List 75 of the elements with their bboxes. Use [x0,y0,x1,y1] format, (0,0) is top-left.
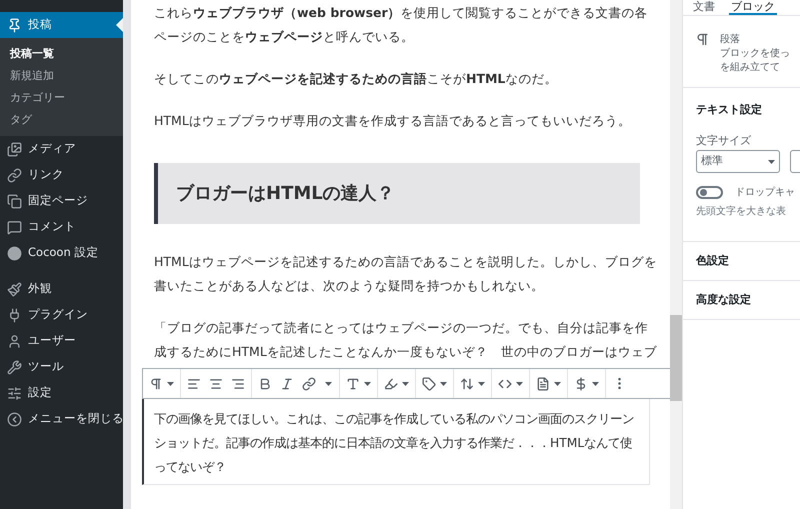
format-icon [302,376,316,390]
menu-item[interactable]: ツール [0,354,123,380]
tab[interactable]: 文書 [691,0,717,15]
format-icon [384,376,398,390]
caret-icon [554,382,561,386]
settings-panel[interactable]: 色設定 [683,242,800,281]
panel-title[interactable]: テキスト設定 [696,102,787,118]
menu-icon [7,168,22,182]
menu-icon [7,282,22,296]
font-size-select[interactable]: 標準 [696,150,780,173]
caret-icon [440,382,447,386]
menu-icon [7,334,22,348]
help-text: 先頭文字を大きな表 [696,205,787,219]
format-icon [460,376,474,390]
format-icon [346,376,360,390]
field-label: 文字サイズ [696,132,752,148]
menu-item[interactable]: メディア [0,136,123,162]
menu-icon [7,412,22,426]
caret-icon [167,382,174,386]
menu-item[interactable]: リンク [0,162,123,188]
settings-panel[interactable]: 高度な設定 [683,281,800,320]
menu-icon [7,194,22,208]
toggle-switch[interactable] [696,186,723,199]
paragraph: HTMLはウェブページを記述するための言語であることを説明した。しかし、ブログを書いたことがある人などは、次のような疑問を持つかもしれない。 [154,253,658,295]
format-icon [258,376,272,390]
paragraph: 下の画像を見てほしい。これは、この記事を作成している私のパソコン画面のスクリーンショットだ。記事の作成は基本的に日本語の文章を入力する作業だ．．．HTMLなんて使ってないぞ？ [154,411,635,476]
caret-icon [364,382,371,386]
menu-item[interactable]: ユーザー [0,328,123,354]
menu-icon [7,246,22,260]
scrollbar-thumb[interactable] [670,315,682,401]
selected-block[interactable]: 下の画像を見てほしい。これは、この記事を作成している私のパソコン画面のスクリーンショットだ。記事の作成は基本的に日本語の文章を入力する作業だ．．．HTMLなんて使ってないぞ？ [142,399,650,485]
paragraph: そしてこのウェブページを記述するための言語こそがHTMLなのだ。 [154,70,558,88]
caret-icon [325,382,332,386]
submenu-item[interactable]: カテゴリー [0,87,123,109]
menu-icon [7,18,22,32]
paragraph-icon [695,32,710,47]
heading-block: ブロガーはHTMLの達人？ [154,163,640,224]
menu-item[interactable]: 設定 [0,380,123,406]
format-icon [231,376,245,390]
caret-icon [516,382,523,386]
paragraph: これらウェブブラウザ（web browser）を使用して閲覧することができる文書の各ページのことをウェブページと呼んでいる。 [154,4,649,46]
tab[interactable]: ブロック [729,0,777,15]
block-description: を組み立てて [720,61,781,75]
menu-item[interactable]: プラグイン [0,302,123,328]
menu-icon [7,360,22,374]
caret-icon [478,382,485,386]
format-icon [422,376,436,390]
menu-item[interactable]: 投稿 [0,12,123,38]
menu-item[interactable]: メニューを閉じる [0,406,123,432]
block-description: ブロックを使っ [720,47,790,61]
submenu-item[interactable]: 新規追加 [0,65,123,87]
menu-item[interactable]: コメント [0,214,123,240]
menu-item[interactable]: 固定ページ [0,188,123,214]
caret-icon [768,160,775,164]
menu-icon [7,220,22,234]
menu-icon [7,308,22,322]
format-icon [149,376,163,390]
menu-item[interactable]: 外観 [0,276,123,302]
block-name: 段落 [720,32,741,47]
pointer-icon [116,18,123,32]
format-icon [209,376,223,390]
menu-item[interactable]: Cocoon 設定 [0,240,123,266]
menu-icon [7,386,22,400]
format-icon [574,376,588,390]
caret-icon [402,382,409,386]
format-icon [187,376,201,390]
format-icon [280,376,294,390]
submenu-item[interactable]: 投稿一覧 [0,43,123,65]
caret-icon [592,382,599,386]
submenu-item[interactable]: タグ [0,109,123,131]
paragraph: HTMLはウェブブラウザ専用の文書を作成する言語であると言ってもいいだろう。 [154,112,632,130]
menu-icon [7,142,22,156]
toggle-label: ドロップキャ [735,186,795,200]
paragraph: 「ブログの記事だって読者にとってはウェブページの一つだ。でも、自分は記事を作成するためにHTMLを記述したことなんか一度もないぞ？ 世の中のブロガーはウェブ [154,319,658,361]
format-icon [536,376,550,390]
